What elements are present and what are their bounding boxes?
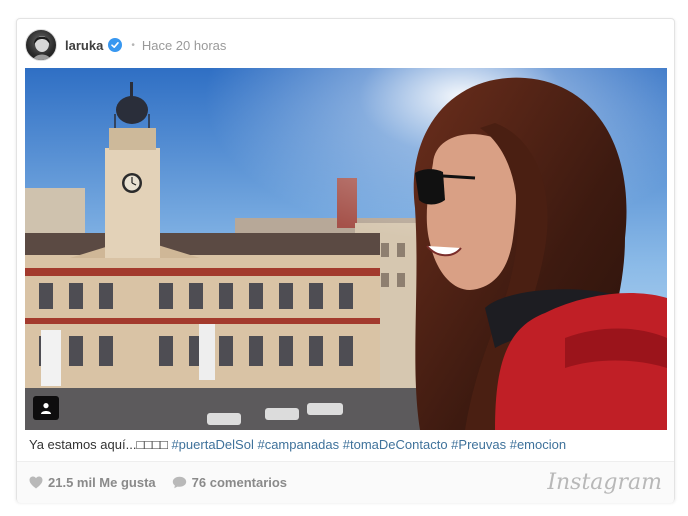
post-photo[interactable] [25, 68, 667, 430]
user-tag-icon[interactable] [33, 396, 59, 420]
instagram-logo[interactable]: Instagram [547, 470, 662, 495]
hashtag-link[interactable]: #puertaDelSol [171, 437, 253, 452]
post-footer: 21.5 mil Me gusta 76 comentarios Instagr… [17, 461, 674, 503]
comments-count[interactable]: 76 comentarios [172, 475, 287, 490]
avatar[interactable] [25, 29, 57, 61]
post-caption: Ya estamos aquí...□□□□ #puertaDelSol #ca… [29, 437, 664, 452]
caption-text: Ya estamos aquí...□□□□ [29, 437, 172, 452]
post-header: laruka • Hace 20 horas [25, 29, 666, 61]
hashtag-link[interactable]: #Preuvas [451, 437, 506, 452]
verified-badge-icon [108, 38, 123, 52]
likes-label: 21.5 mil Me gusta [48, 475, 156, 490]
post-timestamp[interactable]: Hace 20 horas [142, 38, 227, 53]
hashtag-link[interactable]: #emocion [510, 437, 566, 452]
hashtag-link[interactable]: #tomaDeContacto [343, 437, 448, 452]
instagram-embed-card: laruka • Hace 20 horas Ya estamos aquí..… [16, 18, 675, 503]
likes-count[interactable]: 21.5 mil Me gusta [29, 475, 156, 490]
separator-dot: • [131, 39, 135, 51]
heart-icon [29, 476, 43, 489]
hashtag-link[interactable]: #campanadas [257, 437, 339, 452]
username-link[interactable]: laruka [65, 38, 103, 53]
comments-label: 76 comentarios [191, 475, 288, 490]
comment-bubble-icon [172, 476, 186, 489]
